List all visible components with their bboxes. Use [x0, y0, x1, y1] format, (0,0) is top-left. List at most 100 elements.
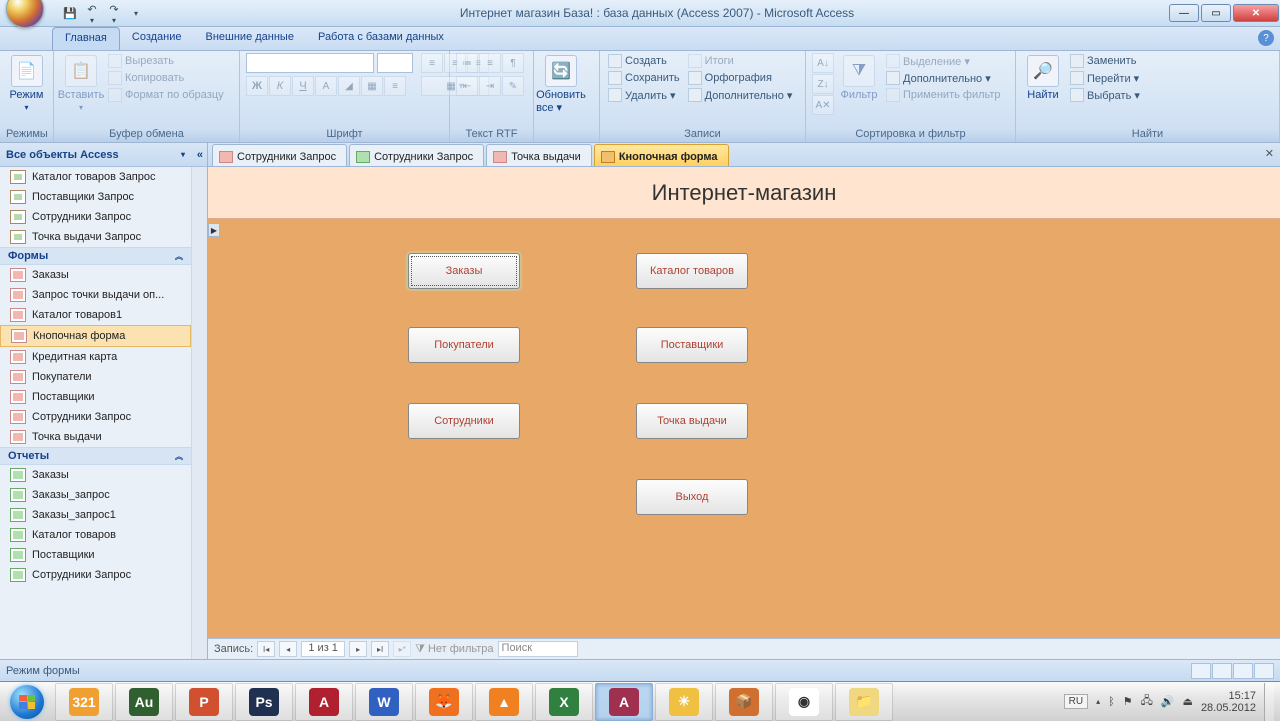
nav-item-form-selected[interactable]: Кнопочная форма	[0, 325, 191, 347]
task-photoshop[interactable]: Ps	[235, 683, 293, 721]
tab-home[interactable]: Главная	[52, 27, 120, 50]
nav-category-forms[interactable]: Формы︽	[0, 247, 191, 265]
new-record-button[interactable]: Создать	[606, 53, 682, 69]
form-button-customers[interactable]: Покупатели	[408, 327, 520, 363]
window-close-button[interactable]: ✕	[1233, 4, 1279, 22]
design-view-button[interactable]	[1254, 663, 1274, 679]
nav-category-reports[interactable]: Отчеты︽	[0, 447, 191, 465]
nav-item-form[interactable]: Заказы	[0, 265, 191, 285]
more-records-button[interactable]: Дополнительно ▾	[686, 87, 795, 103]
qat-undo-icon[interactable]: ↶▾	[82, 3, 102, 23]
doc-tab-active[interactable]: Кнопочная форма	[594, 144, 729, 166]
form-button-orders[interactable]: Заказы	[408, 253, 520, 289]
task-autocad[interactable]: A	[295, 683, 353, 721]
doc-tab[interactable]: Точка выдачи	[486, 144, 592, 166]
form-button-catalog[interactable]: Каталог товаров	[636, 253, 748, 289]
record-position[interactable]: 1 из 1	[301, 641, 345, 657]
replace-button[interactable]: Заменить	[1068, 53, 1142, 69]
search-box[interactable]: Поиск	[498, 641, 578, 657]
form-view-button[interactable]	[1191, 663, 1211, 679]
task-audition[interactable]: Au	[115, 683, 173, 721]
task-chrome[interactable]: ◉	[775, 683, 833, 721]
nav-item-report[interactable]: Сотрудники Запрос	[0, 565, 191, 585]
first-record-button[interactable]: I◂	[257, 641, 275, 657]
form-button-employees[interactable]: Сотрудники	[408, 403, 520, 439]
new-record-button[interactable]: ▸*	[393, 641, 411, 657]
task-excel[interactable]: X	[535, 683, 593, 721]
bluetooth-icon[interactable]: ᛒ	[1108, 696, 1115, 708]
nav-item-report[interactable]: Поставщики	[0, 545, 191, 565]
help-icon[interactable]: ?	[1258, 30, 1274, 46]
language-indicator[interactable]: RU	[1064, 694, 1088, 709]
task-explorer[interactable]: 📁	[835, 683, 893, 721]
nav-item-query[interactable]: Сотрудники Запрос	[0, 207, 191, 227]
task-firefox[interactable]: 🦊	[415, 683, 473, 721]
nav-item-report[interactable]: Каталог товаров	[0, 525, 191, 545]
network-icon[interactable]: 🖧	[1141, 692, 1153, 711]
task-app2[interactable]: 📦	[715, 683, 773, 721]
start-button[interactable]	[0, 682, 54, 722]
record-selector[interactable]	[208, 223, 220, 237]
nav-item-form[interactable]: Запрос точки выдачи оп...	[0, 285, 191, 305]
doc-tab[interactable]: Сотрудники Запрос	[349, 144, 484, 166]
nav-item-query[interactable]: Поставщики Запрос	[0, 187, 191, 207]
nav-item-form[interactable]: Поставщики	[0, 387, 191, 407]
layout-view-button[interactable]	[1233, 663, 1253, 679]
tray-expand-icon[interactable]: ▴	[1096, 697, 1100, 706]
save-record-button[interactable]: Сохранить	[606, 70, 682, 86]
datasheet-view-button[interactable]	[1212, 663, 1232, 679]
nav-scrollbar[interactable]	[191, 167, 207, 659]
find-button[interactable]: 🔎Найти	[1022, 53, 1064, 103]
nav-item-report[interactable]: Заказы_запрос	[0, 485, 191, 505]
form-button-exit[interactable]: Выход	[636, 479, 748, 515]
last-record-button[interactable]: ▸I	[371, 641, 389, 657]
nav-item-query[interactable]: Каталог товаров Запрос	[0, 167, 191, 187]
volume-icon[interactable]: 🔊	[1161, 695, 1175, 708]
nav-item-query[interactable]: Точка выдачи Запрос	[0, 227, 191, 247]
nav-item-form[interactable]: Сотрудники Запрос	[0, 407, 191, 427]
qat-save-icon[interactable]: 💾	[60, 3, 80, 23]
qat-customize-icon[interactable]: ▾	[126, 3, 146, 23]
task-word[interactable]: W	[355, 683, 413, 721]
task-mpc[interactable]: 321	[55, 683, 113, 721]
spelling-button[interactable]: Орфография	[686, 70, 795, 86]
action-center-icon[interactable]: ⚑	[1123, 695, 1133, 708]
form-button-pickup[interactable]: Точка выдачи	[636, 403, 748, 439]
nav-item-form[interactable]: Каталог товаров1	[0, 305, 191, 325]
show-desktop-button[interactable]	[1264, 683, 1274, 721]
close-tab-icon[interactable]: ✕	[1265, 147, 1274, 160]
office-button[interactable]	[6, 0, 50, 34]
task-access[interactable]: A	[595, 683, 653, 721]
nav-pane-header[interactable]: Все объекты Access ▾ «	[0, 143, 207, 167]
nav-item-report[interactable]: Заказы_запрос1	[0, 505, 191, 525]
select-button[interactable]: Выбрать ▾	[1068, 87, 1142, 103]
clock[interactable]: 15:1728.05.2012	[1201, 690, 1256, 714]
tab-external-data[interactable]: Внешние данные	[194, 27, 306, 50]
nav-item-form[interactable]: Покупатели	[0, 367, 191, 387]
advanced-filter-button[interactable]: Дополнительно ▾	[884, 70, 1003, 86]
collapse-pane-icon[interactable]: «	[197, 149, 203, 161]
form-icon	[493, 151, 507, 163]
safely-remove-icon[interactable]: ⏏	[1183, 695, 1193, 708]
nav-item-report[interactable]: Заказы	[0, 465, 191, 485]
task-app[interactable]: ☀	[655, 683, 713, 721]
tab-create[interactable]: Создание	[120, 27, 194, 50]
copy-icon	[108, 71, 122, 85]
task-powerpoint[interactable]: P	[175, 683, 233, 721]
nav-item-form[interactable]: Кредитная карта	[0, 347, 191, 367]
tab-database-tools[interactable]: Работа с базами данных	[306, 27, 456, 50]
window-minimize-button[interactable]: —	[1169, 4, 1199, 22]
nav-item-form[interactable]: Точка выдачи	[0, 427, 191, 447]
delete-record-button[interactable]: Удалить ▾	[606, 87, 682, 103]
view-button[interactable]: 📄Режим▾	[6, 53, 47, 114]
chevron-down-icon[interactable]: ▾	[181, 150, 185, 159]
doc-tab[interactable]: Сотрудники Запрос	[212, 144, 347, 166]
qat-redo-icon[interactable]: ↷▾	[104, 3, 124, 23]
next-record-button[interactable]: ▸	[349, 641, 367, 657]
form-button-suppliers[interactable]: Поставщики	[636, 327, 748, 363]
goto-button[interactable]: Перейти ▾	[1068, 70, 1142, 86]
prev-record-button[interactable]: ◂	[279, 641, 297, 657]
task-vlc[interactable]: ▲	[475, 683, 533, 721]
window-restore-button[interactable]: ▭	[1201, 4, 1231, 22]
refresh-all-button[interactable]: 🔄Обновить все ▾	[540, 53, 582, 116]
